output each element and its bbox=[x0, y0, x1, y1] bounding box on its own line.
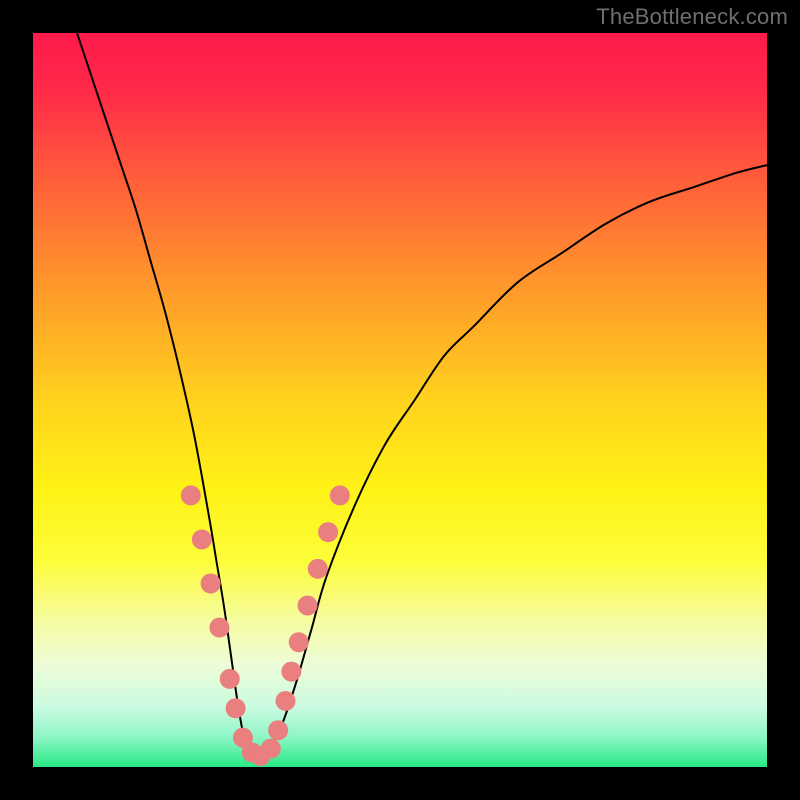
chart-frame: TheBottleneck.com bbox=[0, 0, 800, 800]
gradient-background bbox=[33, 33, 767, 767]
highlight-dot bbox=[318, 522, 338, 542]
highlight-dot bbox=[209, 618, 229, 638]
highlight-dot bbox=[308, 559, 328, 579]
highlight-dot bbox=[220, 669, 240, 689]
highlight-dot bbox=[275, 691, 295, 711]
highlight-dot bbox=[261, 739, 281, 759]
highlight-dot bbox=[268, 720, 288, 740]
watermark-text: TheBottleneck.com bbox=[596, 4, 788, 30]
highlight-dot bbox=[226, 698, 246, 718]
bottleneck-chart bbox=[33, 33, 767, 767]
highlight-dot bbox=[330, 485, 350, 505]
highlight-dot bbox=[281, 662, 301, 682]
highlight-dot bbox=[201, 574, 221, 594]
highlight-dot bbox=[289, 632, 309, 652]
highlight-dot bbox=[181, 485, 201, 505]
highlight-dot bbox=[192, 529, 212, 549]
highlight-dot bbox=[298, 596, 318, 616]
